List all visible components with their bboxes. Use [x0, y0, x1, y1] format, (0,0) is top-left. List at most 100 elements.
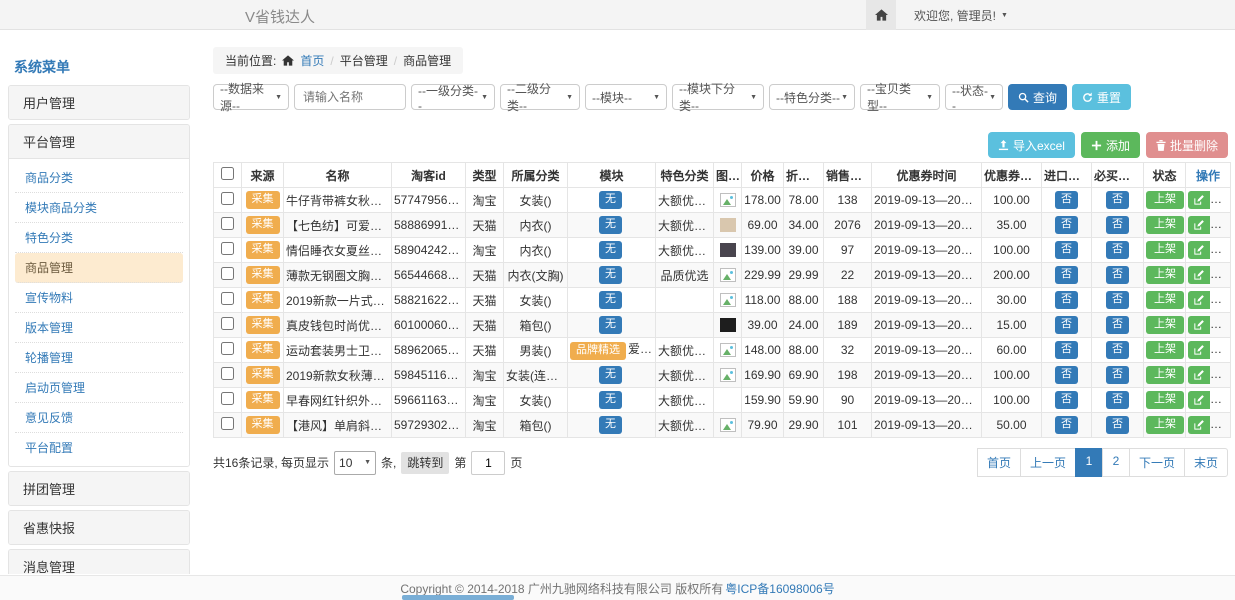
imported-toggle-badge[interactable]: 否 — [1055, 316, 1078, 333]
reset-button[interactable]: 重置 — [1072, 84, 1131, 110]
status-badge[interactable]: 上架 — [1146, 191, 1184, 208]
row-checkbox[interactable] — [221, 192, 234, 205]
filter-level1-category-select[interactable]: --一级分类--▼ — [411, 84, 495, 110]
row-checkbox[interactable] — [221, 317, 234, 330]
home-button[interactable] — [866, 0, 896, 30]
imported-toggle-badge[interactable]: 否 — [1055, 266, 1078, 283]
filter-feature-category-select[interactable]: --特色分类--▼ — [769, 84, 855, 110]
sidebar-group-label[interactable]: 用户管理 — [9, 86, 189, 119]
sidebar-submenu-item[interactable]: 启动页管理 — [15, 373, 183, 403]
sidebar-group-platform-label[interactable]: 平台管理 — [9, 125, 189, 159]
sidebar-submenu-item[interactable]: 宣传物料 — [15, 283, 183, 313]
imported-toggle-badge[interactable]: 否 — [1055, 216, 1078, 233]
jump-page-input[interactable] — [471, 451, 505, 475]
sidebar-group-label[interactable]: 拼团管理 — [9, 472, 189, 505]
sidebar-submenu-item[interactable]: 意见反馈 — [15, 403, 183, 433]
sidebar-group[interactable]: 省惠快报 — [8, 510, 190, 545]
icp-link[interactable]: 粤ICP备16098006号 — [725, 580, 834, 597]
page-button[interactable]: 2 — [1102, 448, 1130, 477]
edit-button[interactable] — [1188, 191, 1210, 209]
horizontal-scrollbar-thumb[interactable] — [402, 595, 514, 600]
sidebar-group[interactable]: 拼团管理 — [8, 471, 190, 506]
user-menu[interactable]: 欢迎您, 管理员! ▼ — [914, 7, 1008, 24]
edit-button[interactable] — [1188, 291, 1210, 309]
batch-delete-button[interactable]: 批量删除 — [1146, 132, 1228, 158]
sidebar-group[interactable]: 消息管理 — [8, 549, 190, 574]
imported-toggle-badge[interactable]: 否 — [1055, 391, 1078, 408]
sidebar-submenu-item[interactable]: 商品管理 — [15, 253, 183, 283]
feature-category-cell: 大额优惠券 — [656, 363, 714, 388]
status-badge[interactable]: 上架 — [1146, 341, 1184, 358]
filter-status-select[interactable]: --状态--▼ — [945, 84, 1003, 110]
sidebar-group[interactable]: 用户管理 — [8, 85, 190, 120]
edit-button[interactable] — [1188, 416, 1210, 434]
taoke-id-cell: 588869917501 — [392, 213, 466, 238]
sidebar-group-label[interactable]: 消息管理 — [9, 550, 189, 574]
must-buy-toggle-badge[interactable]: 否 — [1106, 391, 1129, 408]
page-button[interactable]: 末页 — [1184, 448, 1228, 477]
status-badge[interactable]: 上架 — [1146, 391, 1184, 408]
page-button[interactable]: 上一页 — [1020, 448, 1076, 477]
per-page-select[interactable]: 10 ▼ — [334, 451, 376, 475]
row-checkbox[interactable] — [221, 267, 234, 280]
imported-toggle-badge[interactable]: 否 — [1055, 366, 1078, 383]
edit-button[interactable] — [1188, 366, 1210, 384]
must-buy-toggle-badge[interactable]: 否 — [1106, 291, 1129, 308]
sidebar-submenu-item[interactable]: 商品分类 — [15, 163, 183, 193]
status-badge[interactable]: 上架 — [1146, 316, 1184, 333]
imported-toggle-badge[interactable]: 否 — [1055, 341, 1078, 358]
must-buy-toggle-badge[interactable]: 否 — [1106, 341, 1129, 358]
edit-button[interactable] — [1188, 341, 1210, 359]
edit-button[interactable] — [1188, 391, 1210, 409]
status-badge[interactable]: 上架 — [1146, 241, 1184, 258]
edit-button[interactable] — [1188, 241, 1210, 259]
must-buy-toggle-badge[interactable]: 否 — [1106, 316, 1129, 333]
filter-module-select[interactable]: --模块--▼ — [585, 84, 667, 110]
select-all-checkbox[interactable] — [221, 167, 234, 180]
must-buy-toggle-badge[interactable]: 否 — [1106, 191, 1129, 208]
filter-module-sub-select[interactable]: --模块下分类--▼ — [672, 84, 764, 110]
sidebar-submenu-item[interactable]: 特色分类 — [15, 223, 183, 253]
status-badge[interactable]: 上架 — [1146, 266, 1184, 283]
imported-toggle-badge[interactable]: 否 — [1055, 241, 1078, 258]
must-buy-toggle-badge[interactable]: 否 — [1106, 266, 1129, 283]
page-button[interactable]: 下一页 — [1129, 448, 1185, 477]
status-badge[interactable]: 上架 — [1146, 366, 1184, 383]
edit-button[interactable] — [1188, 266, 1210, 284]
page-button[interactable]: 1 — [1075, 448, 1103, 477]
row-checkbox[interactable] — [221, 417, 234, 430]
breadcrumb-home-link[interactable]: 首页 — [300, 52, 324, 69]
imported-toggle-badge[interactable]: 否 — [1055, 191, 1078, 208]
import-excel-button[interactable]: 导入excel — [988, 132, 1075, 158]
row-checkbox[interactable] — [221, 217, 234, 230]
filter-item-type-select[interactable]: --宝贝类型--▼ — [860, 84, 940, 110]
name-search-input[interactable] — [294, 84, 406, 110]
row-checkbox[interactable] — [221, 342, 234, 355]
row-checkbox[interactable] — [221, 367, 234, 380]
status-badge[interactable]: 上架 — [1146, 416, 1184, 433]
sidebar-group-label[interactable]: 省惠快报 — [9, 511, 189, 544]
sidebar-submenu-item[interactable]: 轮播管理 — [15, 343, 183, 373]
must-buy-toggle-badge[interactable]: 否 — [1106, 416, 1129, 433]
status-badge[interactable]: 上架 — [1146, 291, 1184, 308]
add-button[interactable]: 添加 — [1081, 132, 1140, 158]
filter-level2-category-select[interactable]: --二级分类--▼ — [500, 84, 580, 110]
row-checkbox[interactable] — [221, 292, 234, 305]
sidebar-submenu-item[interactable]: 版本管理 — [15, 313, 183, 343]
edit-button[interactable] — [1188, 316, 1210, 334]
page-button[interactable]: 首页 — [977, 448, 1021, 477]
must-buy-toggle-badge[interactable]: 否 — [1106, 241, 1129, 258]
jump-button[interactable]: 跳转到 — [401, 452, 449, 474]
imported-toggle-badge[interactable]: 否 — [1055, 416, 1078, 433]
status-badge[interactable]: 上架 — [1146, 216, 1184, 233]
row-checkbox[interactable] — [221, 392, 234, 405]
sidebar-submenu-item[interactable]: 模块商品分类 — [15, 193, 183, 223]
query-button[interactable]: 查询 — [1008, 84, 1067, 110]
must-buy-toggle-badge[interactable]: 否 — [1106, 216, 1129, 233]
edit-button[interactable] — [1188, 216, 1210, 234]
must-buy-toggle-badge[interactable]: 否 — [1106, 366, 1129, 383]
row-checkbox[interactable] — [221, 242, 234, 255]
sidebar-submenu-item[interactable]: 平台配置 — [15, 433, 183, 462]
filter-data-source-select[interactable]: --数据来源--▼ — [213, 84, 289, 110]
imported-toggle-badge[interactable]: 否 — [1055, 291, 1078, 308]
